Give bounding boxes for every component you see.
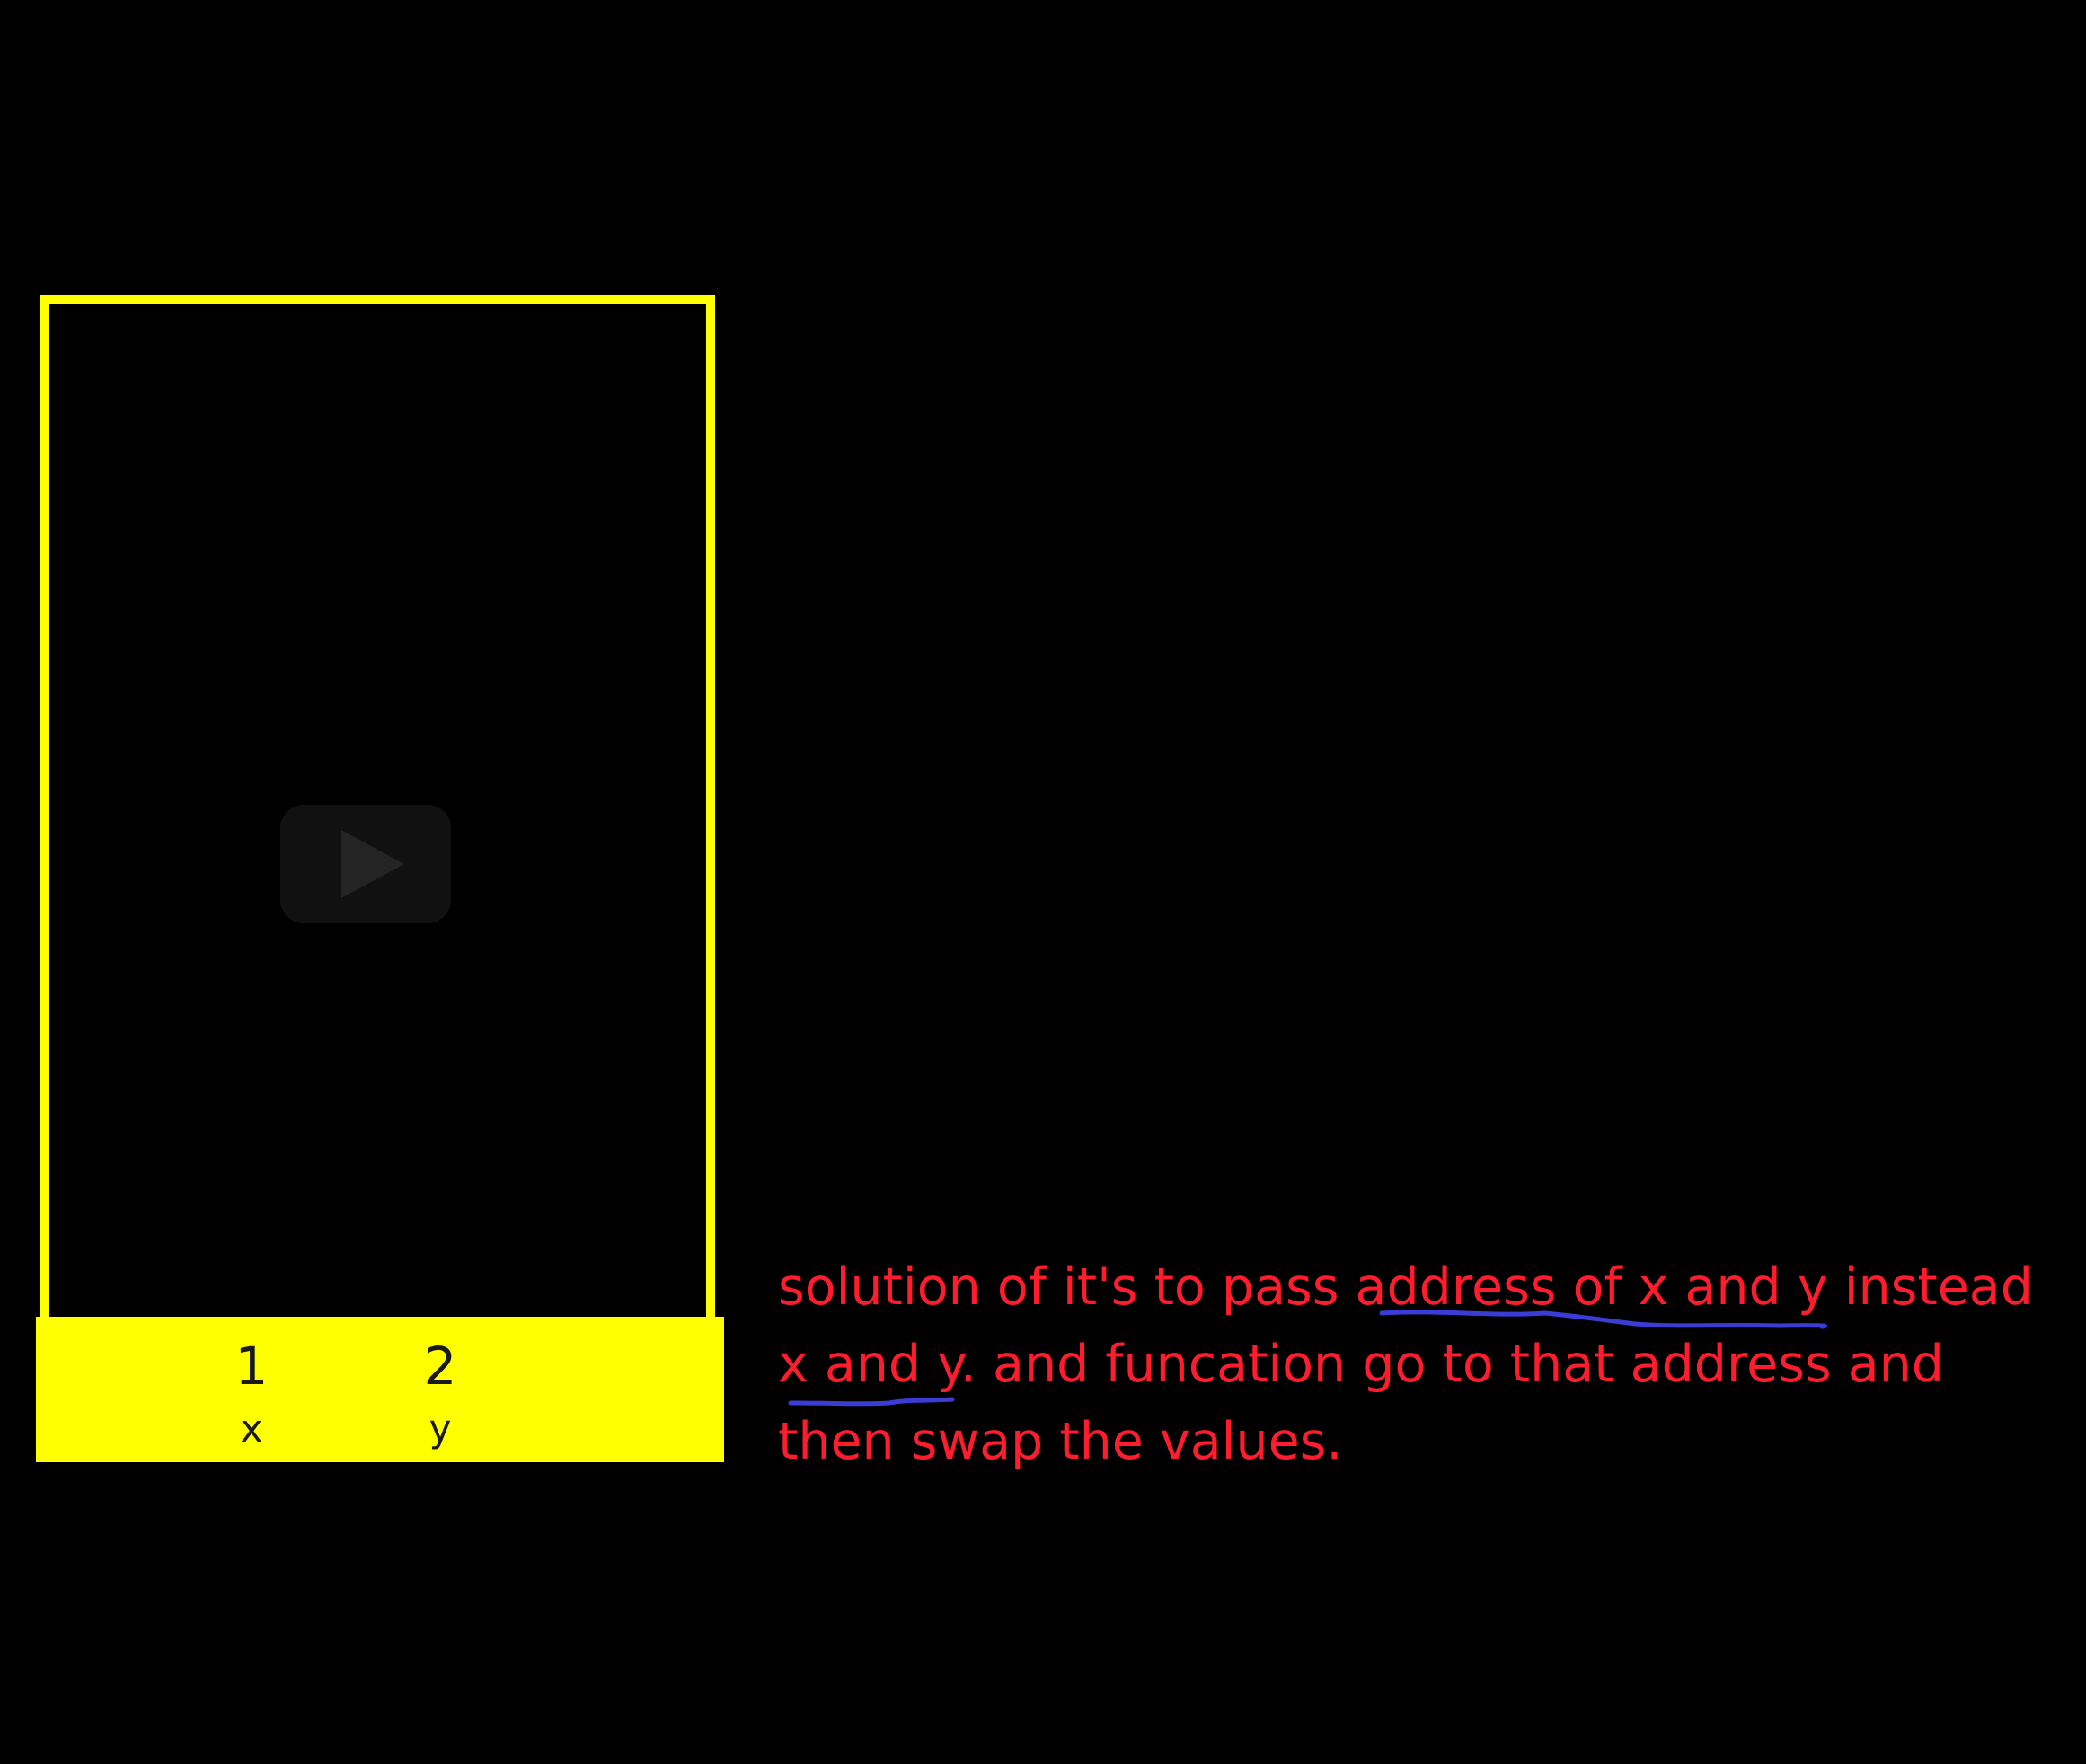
cell-name: y (429, 1407, 452, 1451)
play-button[interactable] (280, 805, 451, 923)
annotation-line: solution of it's to pass address of x an… (778, 1257, 2033, 1317)
slide-canvas: 1 x 2 y solution of it's to pass address… (0, 0, 2086, 1764)
play-icon (341, 830, 404, 898)
annotation-line: then swap the values. (778, 1412, 1343, 1471)
memory-cell-y: 2 y (377, 1317, 503, 1462)
annotation-text: solution of it's to pass address of x an… (778, 1248, 2054, 1480)
annotation-line: x and y. and funcation go to that addres… (778, 1335, 1944, 1394)
cell-value: 2 (423, 1336, 457, 1397)
cell-value: 1 (234, 1336, 269, 1397)
memory-cell-x: 1 x (189, 1317, 314, 1462)
variables-row: 1 x 2 y (36, 1317, 724, 1462)
cell-name: x (240, 1407, 263, 1451)
